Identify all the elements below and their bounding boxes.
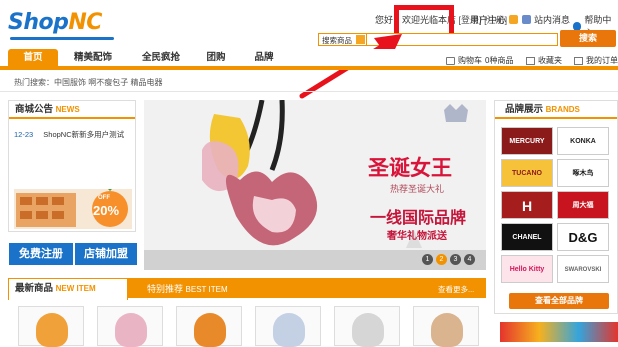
cart-icon (446, 56, 455, 65)
orders-icon (574, 56, 583, 65)
favorites-link[interactable]: 收藏夹 (526, 55, 562, 66)
brand-tucano[interactable]: TUCANO (501, 159, 553, 187)
brand-mercury[interactable]: MERCURY (501, 127, 553, 155)
banner-pager-bar (144, 250, 486, 270)
banner-subtitle-2: 奢华礼物派送 (387, 231, 447, 242)
shop-join-button[interactable]: 店铺加盟 (75, 243, 137, 265)
nav-flash-sale[interactable]: 全民疯抢 (134, 49, 188, 66)
orders-link[interactable]: 我的订单 (574, 55, 618, 66)
banner-page-2[interactable]: 2 (436, 254, 447, 265)
banner-page-4[interactable]: 4 (464, 254, 475, 265)
banner-headline-2: 一线国际品牌 (370, 208, 467, 227)
logo-text-nc: NC (68, 10, 102, 35)
cart-label: 购物车 (458, 56, 482, 65)
brands-title-en: BRANDS (545, 105, 580, 114)
product-card[interactable] (176, 306, 242, 347)
favorites-label: 收藏夹 (538, 56, 562, 65)
search-button[interactable]: 搜索 (560, 30, 616, 47)
brand-chanel[interactable]: CHANEL (501, 223, 553, 251)
nav-accessories[interactable]: 精美配饰 (66, 49, 120, 66)
notice-title: 商城公告 (15, 104, 54, 115)
free-register-button[interactable]: 免费注册 (9, 243, 73, 265)
product-card[interactable] (97, 306, 163, 347)
product-card[interactable] (18, 306, 84, 347)
brand-h[interactable]: H (501, 191, 553, 219)
promo-percent: 20% (93, 203, 120, 218)
banner-page-3[interactable]: 3 (450, 254, 461, 265)
mail-icon (522, 15, 531, 24)
brand-swarovski[interactable]: SWAROVSKI (557, 255, 609, 283)
nav-home[interactable]: 首页 (8, 49, 58, 66)
user-center-link[interactable]: 用户中心 (470, 13, 519, 26)
notice-header: 商城公告 NEWS (9, 101, 135, 119)
notice-item[interactable]: 12-23 ShopNC新新多用户测试 (14, 129, 124, 140)
notice-panel: 商城公告 NEWS 12-23 ShopNC新新多用户测试 OFF 20% (8, 100, 136, 232)
messages-link[interactable]: 站内消息 (522, 13, 570, 26)
logo-text-shop: Shop (8, 10, 69, 35)
tab-new-label-en: NEW ITEM (55, 284, 96, 293)
hot-search-bar[interactable]: 热门搜索：中国服饰 啊不瘦包子 精品电器 (0, 72, 618, 92)
tab-best-items[interactable]: 特别推荐 BEST ITEM (147, 282, 228, 295)
brands-title: 品牌展示 (505, 104, 544, 115)
orders-label: 我的订单 (586, 56, 618, 65)
notice-title-en: NEWS (55, 105, 80, 114)
notice-text: ShopNC新新多用户测试 (43, 130, 125, 139)
cart-count: 0种商品 (485, 56, 514, 65)
promo-off-label: OFF (98, 195, 110, 201)
brands-panel: 品牌展示 BRANDS MERCURY KONKA TUCANO 啄木鸟 H 周… (494, 100, 618, 314)
tab-best-label: 特别推荐 (147, 284, 184, 294)
folder-icon (526, 56, 535, 65)
brand-dg[interactable]: D&G (557, 223, 609, 251)
banner-subtitle: 热荐圣诞大礼 (390, 184, 445, 194)
notice-date: 12-23 (14, 130, 34, 139)
chevron-down-icon (509, 15, 519, 24)
banner-headline: 圣诞女王 (368, 156, 452, 180)
brand-hello-kitty[interactable]: Hello Kitty (501, 255, 553, 283)
user-center-label: 用户中心 (470, 15, 507, 25)
banner-page-1[interactable]: 1 (422, 254, 433, 265)
tab-new-label: 最新商品 (15, 283, 54, 294)
brand-chow-tai-fook[interactable]: 周大福 (557, 191, 609, 219)
tab-new-items[interactable]: 最新商品 NEW ITEM (8, 278, 128, 300)
product-card[interactable] (255, 306, 321, 347)
promo-image[interactable]: OFF 20% (14, 187, 132, 229)
view-more-link[interactable]: 查看更多... (438, 284, 474, 295)
nav-group-buy[interactable]: 团购 (198, 49, 234, 66)
brand-konka[interactable]: KONKA (557, 127, 609, 155)
tab-best-label-en: BEST ITEM (185, 285, 228, 294)
nav-brands[interactable]: 品牌 (246, 49, 282, 66)
product-card[interactable] (334, 306, 400, 347)
messages-label: 站内消息 (534, 15, 571, 25)
brand-woodpecker[interactable]: 啄木鸟 (557, 159, 609, 187)
brands-header: 品牌展示 BRANDS (495, 101, 617, 119)
product-card[interactable] (413, 306, 479, 347)
promo-banner[interactable]: 圣诞女王 热荐圣诞大礼 一线国际品牌 奢华礼物派送 1 2 3 4 (144, 100, 486, 270)
cart-link[interactable]: 购物车 0种商品 (446, 55, 513, 66)
side-ad-strip[interactable] (500, 322, 618, 342)
shopnc-logo[interactable]: ShopNC (8, 10, 114, 40)
view-all-brands-button[interactable]: 查看全部品牌 (509, 293, 609, 309)
